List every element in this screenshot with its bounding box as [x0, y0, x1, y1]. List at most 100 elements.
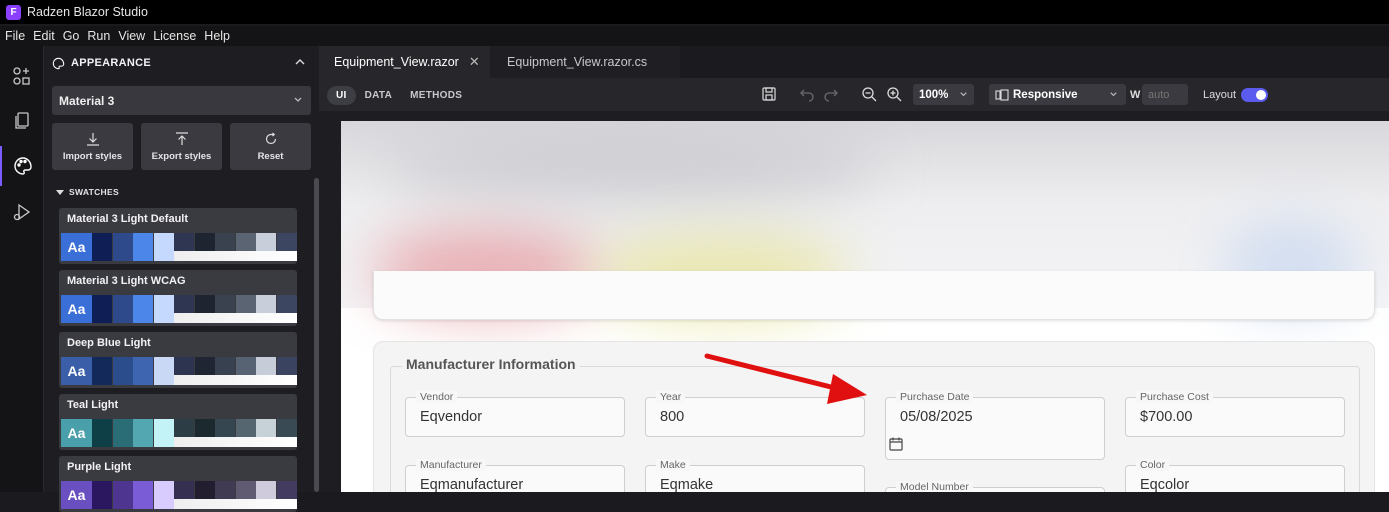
- swatch-name: Material 3 Light Default: [67, 213, 189, 225]
- app-logo-icon: F: [6, 4, 21, 20]
- manufacturer-label: Manufacturer: [416, 459, 486, 471]
- swatch-color: [112, 233, 133, 261]
- purchase-date-field[interactable]: Purchase Date 05/08/2025: [885, 391, 1105, 460]
- swatch-colors: Aa: [61, 357, 297, 385]
- layout-toggle[interactable]: [1241, 88, 1268, 102]
- page-preview: Vendor Eqvendor Year 800 Purchase Date 0…: [341, 121, 1389, 492]
- chevron-down-icon: [1110, 92, 1117, 97]
- color-field[interactable]: Color Eqcolor: [1125, 459, 1345, 492]
- swatch-name: Material 3 Light WCAG: [67, 275, 186, 287]
- menu-run[interactable]: Run: [87, 29, 110, 43]
- swatch-card[interactable]: Material 3 Light Default Aa: [59, 208, 297, 264]
- swatch-colors: Aa: [61, 481, 297, 509]
- model-number-field[interactable]: Model Number: [885, 481, 1105, 492]
- year-label: Year: [656, 391, 686, 403]
- zoom-value: 100%: [919, 88, 949, 101]
- device-value: Responsive: [1013, 88, 1078, 101]
- mode-data[interactable]: DATA: [356, 86, 402, 105]
- files-icon[interactable]: [0, 101, 43, 141]
- import-styles-label: Import styles: [62, 150, 123, 162]
- swatch-card[interactable]: Deep Blue Light Aa: [59, 332, 297, 388]
- swatch-surface: [174, 437, 297, 447]
- header-card: [373, 271, 1375, 320]
- swatch-preview: Aa: [61, 295, 92, 323]
- model-number-label: Model Number: [896, 481, 973, 492]
- menu-go[interactable]: Go: [63, 29, 80, 43]
- tab-equipment-view-razor-cs[interactable]: Equipment_View.razor.cs: [490, 46, 680, 78]
- palette-icon: [52, 57, 65, 69]
- swatch-surface: [174, 375, 297, 385]
- swatch-color: [112, 419, 133, 447]
- swatch-colors: Aa: [61, 233, 297, 261]
- upload-icon: [175, 131, 188, 145]
- purchase-date-label: Purchase Date: [896, 391, 974, 403]
- chevron-up-icon[interactable]: [294, 56, 306, 68]
- device-select[interactable]: Responsive: [989, 84, 1126, 105]
- export-styles-label: Export styles: [151, 150, 212, 162]
- swatch-color: [92, 357, 112, 385]
- make-field[interactable]: Make Eqmake: [645, 459, 865, 492]
- title-bar: F Radzen Blazor Studio: [0, 0, 1389, 24]
- calendar-icon[interactable]: [888, 436, 904, 452]
- close-icon[interactable]: ✕: [469, 54, 480, 70]
- swatch-name: Deep Blue Light: [67, 337, 151, 349]
- swatch-card[interactable]: Teal Light Aa: [59, 394, 297, 450]
- swatch-preview: Aa: [61, 357, 92, 385]
- menu-edit[interactable]: Edit: [33, 29, 55, 43]
- menu-file[interactable]: File: [5, 29, 25, 43]
- tab-label: Equipment_View.razor.cs: [507, 55, 648, 69]
- purchase-cost-field[interactable]: Purchase Cost $700.00: [1125, 391, 1345, 437]
- design-canvas: Vendor Eqvendor Year 800 Purchase Date 0…: [319, 111, 1389, 492]
- swatch-color: [112, 357, 133, 385]
- redo-icon[interactable]: [823, 86, 839, 102]
- menu-license[interactable]: License: [153, 29, 196, 43]
- width-input[interactable]: [1142, 84, 1188, 105]
- manufacturer-value: Eqmanufacturer: [420, 477, 524, 492]
- vendor-label: Vendor: [416, 391, 458, 403]
- export-styles-button[interactable]: Export styles: [141, 123, 222, 170]
- import-styles-button[interactable]: Import styles: [52, 123, 133, 170]
- swatch-card[interactable]: Purple Light Aa: [59, 456, 297, 512]
- swatch-colors: Aa: [61, 295, 297, 323]
- manufacturer-field[interactable]: Manufacturer Eqmanufacturer: [405, 459, 625, 492]
- year-field[interactable]: Year 800: [645, 391, 865, 437]
- mode-ui[interactable]: UI: [327, 85, 356, 105]
- swatch-color: [153, 419, 174, 447]
- reset-button[interactable]: Reset: [230, 123, 311, 170]
- layout-label: Layout: [1203, 89, 1237, 101]
- reset-icon: [265, 132, 276, 144]
- editor-tabs: Equipment_View.razor ✕ Equipment_View.ra…: [319, 46, 1389, 78]
- menu-help[interactable]: Help: [204, 29, 230, 43]
- mode-switch: UI DATA METHODS: [327, 85, 471, 105]
- swatch-color: [133, 233, 153, 261]
- editor-area: Equipment_View.razor ✕ Equipment_View.ra…: [319, 46, 1389, 492]
- theme-select-value: Material 3: [59, 93, 115, 108]
- chevron-down-icon: [294, 97, 302, 102]
- swatch-color: [112, 295, 133, 323]
- save-icon[interactable]: [761, 86, 777, 102]
- swatches-header[interactable]: SWATCHES: [56, 187, 119, 197]
- palette-icon[interactable]: [0, 146, 43, 186]
- make-value: Eqmake: [660, 477, 714, 492]
- components-icon[interactable]: [0, 56, 43, 96]
- purchase-date-value: 05/08/2025: [900, 409, 973, 425]
- manufacturer-card: Vendor Eqvendor Year 800 Purchase Date 0…: [373, 341, 1375, 492]
- app-title: Radzen Blazor Studio: [27, 5, 148, 19]
- swatch-surface: [174, 251, 297, 261]
- run-debug-icon[interactable]: [0, 192, 43, 232]
- swatch-preview: Aa: [61, 233, 92, 261]
- zoom-in-icon[interactable]: [886, 86, 902, 102]
- vendor-value: Eqvendor: [420, 409, 483, 425]
- vendor-field[interactable]: Vendor Eqvendor: [405, 391, 625, 437]
- swatch-card[interactable]: Material 3 Light WCAG Aa: [59, 270, 297, 326]
- tab-equipment-view-razor[interactable]: Equipment_View.razor ✕: [319, 46, 490, 78]
- zoom-select[interactable]: 100%: [913, 84, 974, 105]
- mode-methods[interactable]: METHODS: [401, 86, 471, 105]
- swatch-preview: Aa: [61, 419, 92, 447]
- undo-icon[interactable]: [799, 86, 815, 102]
- menu-view[interactable]: View: [118, 29, 145, 43]
- swatch-color: [133, 295, 153, 323]
- theme-select[interactable]: Material 3: [52, 86, 311, 115]
- zoom-out-icon[interactable]: [861, 86, 877, 102]
- swatch-color: [112, 481, 133, 509]
